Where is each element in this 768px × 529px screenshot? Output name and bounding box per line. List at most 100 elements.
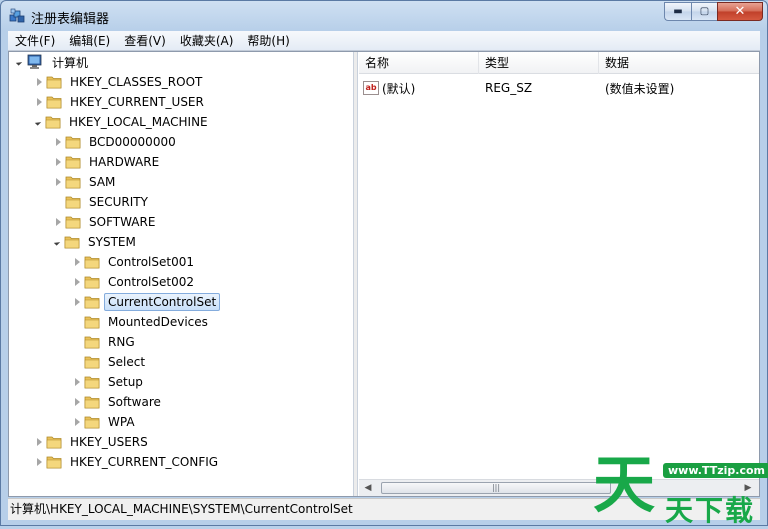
tree-node-label[interactable]: WPA: [104, 413, 139, 431]
tree-node-label[interactable]: HKEY_CURRENT_CONFIG: [66, 453, 222, 471]
tree-node-label[interactable]: Setup: [104, 373, 147, 391]
tree-node-label[interactable]: CurrentControlSet: [104, 293, 221, 311]
tree-node-label[interactable]: HKEY_LOCAL_MACHINE: [65, 113, 212, 131]
tree-node[interactable]: Setup: [72, 372, 147, 392]
folder-icon: [46, 435, 62, 449]
menu-file[interactable]: 文件(F): [8, 31, 62, 51]
value-data: (数值未设置): [605, 81, 675, 96]
key-tree[interactable]: 计算机 HKEY_CLASSES_ROOT HKEY_CURRENT_USER HK…: [9, 52, 354, 496]
pane-splitter[interactable]: [354, 52, 358, 496]
tree-root-label[interactable]: 计算机: [48, 52, 92, 73]
tree-node-label[interactable]: SYSTEM: [84, 233, 140, 251]
folder-icon: [84, 335, 100, 349]
title-bar[interactable]: 注册表编辑器 ▬ ▢ ✕: [1, 1, 767, 31]
list-item[interactable]: ab (默认) REG_SZ (数值未设置): [359, 78, 759, 98]
tree-node[interactable]: SOFTWARE: [53, 212, 159, 232]
menu-bar: 文件(F) 编辑(E) 查看(V) 收藏夹(A) 帮助(H): [8, 31, 760, 51]
expander-closed-icon[interactable]: [75, 398, 80, 406]
expander-closed-icon[interactable]: [56, 158, 61, 166]
menu-edit[interactable]: 编辑(E): [62, 31, 117, 51]
tree-node[interactable]: Software: [72, 392, 165, 412]
expander-open-icon[interactable]: [53, 238, 61, 246]
expander-closed-icon[interactable]: [37, 438, 42, 446]
expander-open-icon[interactable]: [34, 118, 42, 126]
tree-node[interactable]: MountedDevices: [72, 312, 212, 332]
list-header: 名称 类型 数据: [359, 52, 759, 74]
folder-icon: [65, 175, 81, 189]
folder-icon: [65, 135, 81, 149]
folder-icon: [46, 75, 62, 89]
expander-closed-icon[interactable]: [75, 278, 80, 286]
watermark-text: 天下载: [665, 494, 756, 527]
tree-root[interactable]: 计算机: [15, 52, 92, 72]
menu-help[interactable]: 帮助(H): [240, 31, 296, 51]
maximize-icon: ▢: [699, 6, 710, 17]
watermark-logo: 天: [593, 448, 656, 521]
folder-icon: [65, 155, 81, 169]
column-name-header[interactable]: 名称: [359, 52, 479, 74]
tree-node[interactable]: HKEY_CURRENT_CONFIG: [34, 452, 222, 472]
watermark-url: www.TTzip.com: [663, 463, 768, 478]
tree-node[interactable]: RNG: [72, 332, 139, 352]
tree-node-label[interactable]: MountedDevices: [104, 313, 212, 331]
tree-node[interactable]: SYSTEM: [53, 232, 140, 252]
expander-closed-icon[interactable]: [37, 98, 42, 106]
tree-node-label[interactable]: SECURITY: [85, 193, 152, 211]
value-name: (默认): [382, 81, 416, 96]
expander-closed-icon[interactable]: [75, 258, 80, 266]
expander-closed-icon[interactable]: [56, 218, 61, 226]
folder-icon: [84, 415, 100, 429]
expander-closed-icon[interactable]: [75, 378, 80, 386]
folder-icon: [84, 395, 100, 409]
tree-node-label[interactable]: HKEY_CURRENT_USER: [66, 93, 208, 111]
tree-node[interactable]: ControlSet002: [72, 272, 198, 292]
tree-node[interactable]: HKEY_LOCAL_MACHINE: [34, 112, 212, 132]
folder-icon: [84, 315, 100, 329]
tree-node-label[interactable]: SOFTWARE: [85, 213, 159, 231]
tree-node-label[interactable]: SAM: [85, 173, 119, 191]
close-icon: ✕: [734, 4, 746, 19]
expander-closed-icon[interactable]: [75, 418, 80, 426]
tree-node-label[interactable]: RNG: [104, 333, 139, 351]
tree-node-label[interactable]: ControlSet001: [104, 253, 198, 271]
tree-node-label[interactable]: Software: [104, 393, 165, 411]
scroll-thumb[interactable]: |||: [381, 482, 611, 494]
folder-icon: [65, 215, 81, 229]
value-name-cell: ab (默认): [359, 80, 479, 97]
close-button[interactable]: ✕: [717, 2, 763, 21]
maximize-button[interactable]: ▢: [691, 2, 717, 21]
tree-node-label[interactable]: ControlSet002: [104, 273, 198, 291]
tree-node[interactable]: HARDWARE: [53, 152, 163, 172]
menu-favorites[interactable]: 收藏夹(A): [173, 31, 241, 51]
scroll-left-icon[interactable]: ◀: [363, 483, 373, 493]
tree-node[interactable]: HKEY_CLASSES_ROOT: [34, 72, 206, 92]
expander-closed-icon[interactable]: [56, 138, 61, 146]
minimize-button[interactable]: ▬: [664, 2, 691, 21]
expander-closed-icon[interactable]: [37, 78, 42, 86]
folder-icon: [45, 115, 61, 129]
tree-node-label[interactable]: HKEY_USERS: [66, 433, 152, 451]
tree-node[interactable]: SECURITY: [53, 192, 152, 212]
expander-closed-icon[interactable]: [75, 298, 80, 306]
tree-node-label[interactable]: BCD00000000: [85, 133, 180, 151]
column-type-header[interactable]: 类型: [479, 52, 599, 74]
tree-node-label[interactable]: HARDWARE: [85, 153, 163, 171]
expander-closed-icon[interactable]: [56, 178, 61, 186]
folder-icon: [84, 255, 100, 269]
value-list[interactable]: 名称 类型 数据 ab (默认) REG_SZ (数值未设置) ◀ ||| ▶: [359, 52, 759, 496]
tree-node-label[interactable]: HKEY_CLASSES_ROOT: [66, 73, 206, 91]
tree-node[interactable]: BCD00000000: [53, 132, 180, 152]
tree-node[interactable]: HKEY_USERS: [34, 432, 152, 452]
column-data-header[interactable]: 数据: [599, 52, 759, 74]
tree-node[interactable]: SAM: [53, 172, 119, 192]
value-type: REG_SZ: [485, 81, 533, 95]
menu-view[interactable]: 查看(V): [117, 31, 173, 51]
tree-node[interactable]: WPA: [72, 412, 139, 432]
tree-node[interactable]: Select: [72, 352, 149, 372]
expander-closed-icon[interactable]: [37, 458, 42, 466]
expander-open-icon[interactable]: [15, 58, 23, 66]
tree-node[interactable]: HKEY_CURRENT_USER: [34, 92, 208, 112]
tree-node[interactable]: ControlSet001: [72, 252, 198, 272]
tree-node-label[interactable]: Select: [104, 353, 149, 371]
tree-node[interactable]: CurrentControlSet: [72, 292, 221, 312]
